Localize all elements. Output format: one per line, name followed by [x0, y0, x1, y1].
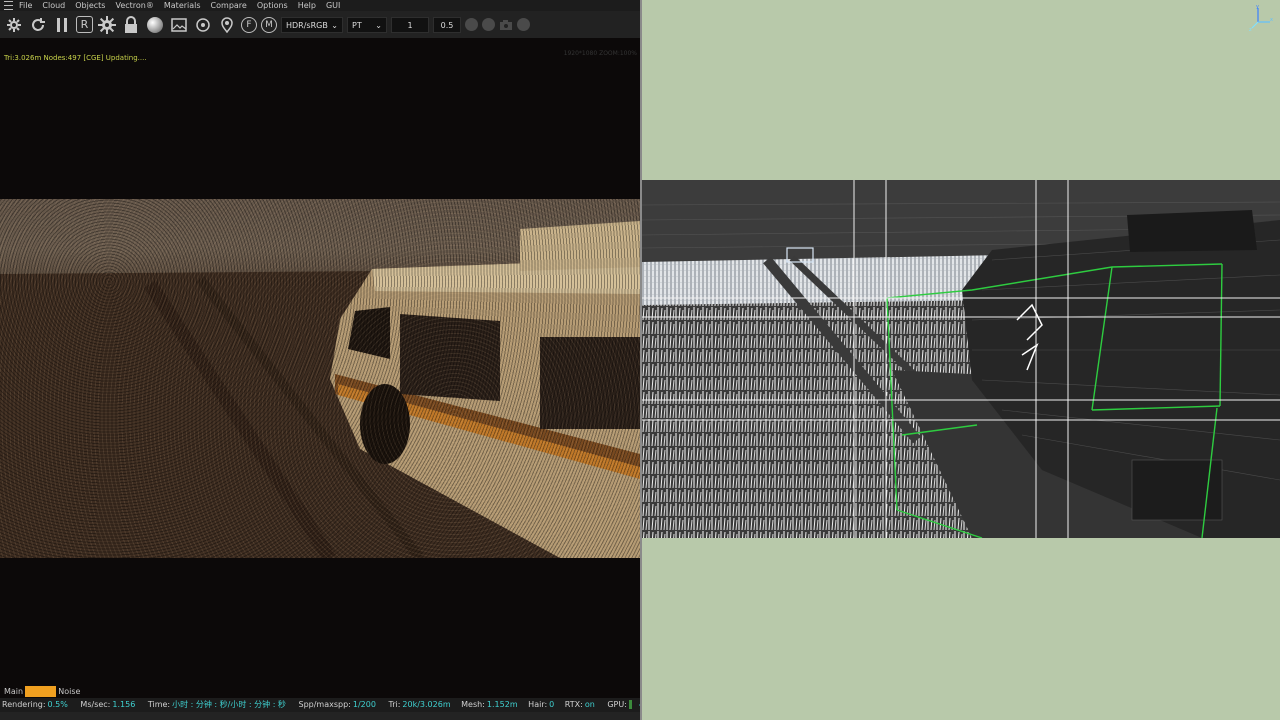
menu-item-objects[interactable]: Objects — [75, 0, 105, 11]
tab-matlab[interactable]: Matlab — [25, 686, 57, 697]
menu-item-materials[interactable]: Materials — [164, 0, 201, 11]
pin-icon[interactable] — [217, 15, 237, 35]
menu-item-compare[interactable]: Compare — [211, 0, 247, 11]
spp-label: Spp/maxspp: — [298, 700, 351, 709]
resolution-overlay: 1920*1080 ZOOM:100% — [563, 50, 637, 57]
fog-letter: F — [246, 19, 252, 30]
menu-item-cloud[interactable]: Cloud — [42, 0, 65, 11]
image-icon[interactable] — [169, 15, 189, 35]
mesh-value: 1.152m — [486, 700, 518, 709]
tri-value: 20k/3.026m — [402, 700, 451, 709]
region-icon[interactable]: R — [76, 16, 93, 33]
cog-icon[interactable] — [97, 15, 117, 35]
rendering-label: Rendering: — [2, 700, 46, 709]
rtx-value: on — [584, 700, 595, 709]
refresh-icon[interactable] — [28, 15, 48, 35]
scene-stats-overlay: Tri:3.026m Nodes:497 [CGE] Updating.... — [4, 54, 147, 62]
options-icon[interactable] — [517, 18, 530, 31]
chevron-down-icon: ⌄ — [331, 20, 338, 30]
time-value: 小时 : 分钟 : 秒/小时 : 分钟 : 秒 — [172, 700, 286, 709]
render-image — [0, 199, 640, 558]
ms-label: Ms/sec: — [80, 700, 111, 709]
motion-icon[interactable]: M — [261, 16, 277, 33]
svg-text:z: z — [1249, 27, 1252, 32]
chevron-down-icon: ⌄ — [375, 20, 382, 30]
motion-letter: M — [265, 19, 273, 30]
menu-item-gui[interactable]: GUI — [326, 0, 340, 11]
svg-text:x: x — [1270, 17, 1273, 23]
lock-icon[interactable] — [121, 15, 141, 35]
menu-item-vectron[interactable]: Vectron® — [115, 0, 153, 11]
menu-bar: File Cloud Objects Vectron® Materials Co… — [0, 0, 641, 11]
value-field-1[interactable]: 1 — [391, 16, 429, 33]
kernel-dropdown[interactable]: PT ⌄ — [347, 16, 387, 33]
gpu-usage-bar — [628, 700, 632, 709]
ms-value: 1.156 — [112, 700, 136, 709]
mesh-label: Mesh: — [461, 700, 485, 709]
menu-item-help[interactable]: Help — [298, 0, 316, 11]
focus-icon[interactable] — [193, 15, 213, 35]
menu-item-file[interactable]: File — [19, 0, 32, 11]
hair-value: 0 — [549, 700, 555, 709]
settings-gear-icon[interactable] — [4, 15, 24, 35]
tab-noise[interactable]: Noise — [56, 686, 82, 697]
material-sphere-icon[interactable] — [145, 15, 165, 35]
bottom-tab-bar: Main Matlab Noise — [2, 686, 82, 697]
tab-main[interactable]: Main — [2, 686, 25, 697]
region-letter: R — [80, 18, 89, 31]
kernel-value: PT — [352, 20, 362, 30]
toggle-icon[interactable] — [482, 18, 495, 31]
value-field-2[interactable]: 0.5 — [433, 16, 461, 33]
color-space-dropdown[interactable]: HDR/sRGB ⌄ — [281, 16, 343, 33]
spp-value: 1/200 — [352, 700, 376, 709]
rendering-value: 0.5% — [47, 700, 68, 709]
axis-gizmo-icon[interactable]: y x z — [1248, 4, 1274, 33]
scene-viewport[interactable] — [642, 180, 1280, 538]
svg-text:y: y — [1256, 4, 1259, 10]
menu-item-options[interactable]: Options — [257, 0, 288, 11]
render-toolbar: R F M HDR/sRGB ⌄ PT ⌄ 1 0.5 — [0, 11, 641, 38]
pause-icon[interactable] — [52, 15, 72, 35]
time-label: Time: — [147, 700, 171, 709]
fog-icon[interactable]: F — [241, 16, 257, 33]
render-panel: File Cloud Objects Vectron® Materials Co… — [0, 0, 641, 720]
render-status-bar: Rendering: 0.5% Ms/sec: 1.156 Time: 小时 : 分钟… — [0, 698, 641, 712]
record-icon[interactable] — [465, 18, 478, 31]
rtx-label: RTX: — [564, 700, 583, 709]
tri-label: Tri: — [388, 700, 401, 709]
bottom-strip — [0, 712, 641, 720]
hamburger-menu-icon[interactable] — [4, 1, 13, 10]
color-space-value: HDR/sRGB — [286, 20, 328, 30]
camera-icon[interactable] — [499, 15, 513, 35]
gpu-label: GPU: — [607, 700, 627, 709]
hair-label: Hair: — [528, 700, 548, 709]
